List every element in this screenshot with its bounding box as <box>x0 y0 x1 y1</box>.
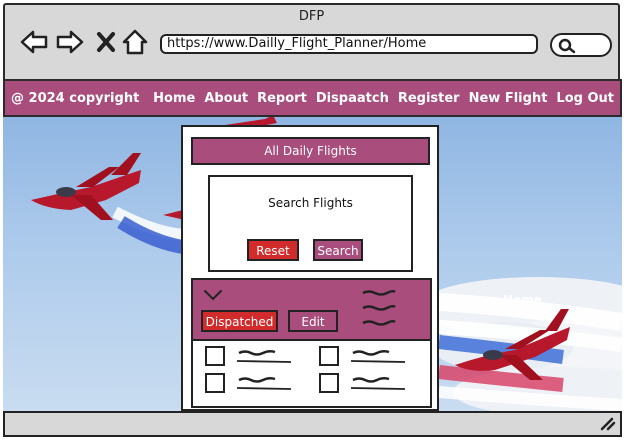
jet-left <box>31 153 141 220</box>
nav-link-register[interactable]: Register <box>398 91 460 106</box>
scribbled-flight-info <box>236 349 292 363</box>
search-icon <box>558 38 576 54</box>
flight-card-header: Dispatched Edit <box>193 280 430 341</box>
nav-link-log-out[interactable]: Log Out <box>556 91 614 106</box>
flight-checkbox[interactable] <box>319 373 339 393</box>
copyright-text: @ 2024 copyright <box>11 91 140 106</box>
search-flights-title: Search Flights <box>268 196 353 210</box>
nav-link-home[interactable]: Home <box>153 91 195 106</box>
scribbled-flight-info <box>350 349 406 363</box>
dispatched-button[interactable]: Dispatched <box>201 310 278 332</box>
flights-panel: All Daily Flights Search Flights Reset S… <box>181 125 439 411</box>
nav-links: Home About Report Dispaatch Register New… <box>153 91 614 106</box>
browser-search-field[interactable] <box>550 33 612 57</box>
nav-link-about[interactable]: About <box>204 91 248 106</box>
flight-card: Dispatched Edit <box>191 278 432 408</box>
search-button[interactable]: Search <box>313 239 363 261</box>
flight-checkbox[interactable] <box>205 373 225 393</box>
close-icon[interactable] <box>95 29 117 55</box>
site-navbar: @ 2024 copyright Home About Report Dispa… <box>3 79 622 117</box>
nav-link-dispatch[interactable]: Dispaatch <box>316 91 389 106</box>
reset-button[interactable]: Reset <box>247 239 299 261</box>
resize-grip-icon[interactable] <box>600 417 616 431</box>
home-icon[interactable] <box>121 29 149 55</box>
status-bar <box>3 411 622 437</box>
scribbled-flight-info <box>350 376 406 390</box>
browser-window: DFP https://www.Dailly_Flight_Planner/Ho… <box>3 3 622 437</box>
scribbled-flight-info <box>236 376 292 390</box>
panel-heading: All Daily Flights <box>191 137 430 165</box>
nav-link-report[interactable]: Report <box>257 91 307 106</box>
window-title: DFP <box>298 9 325 24</box>
url-bar[interactable]: https://www.Dailly_Flight_Planner/Home <box>160 34 538 54</box>
scribbled-details <box>362 289 396 326</box>
back-arrow-icon[interactable] <box>19 29 49 55</box>
edit-button[interactable]: Edit <box>288 310 338 332</box>
search-flights-box: Search Flights Reset Search <box>208 175 413 272</box>
flight-checkbox[interactable] <box>319 346 339 366</box>
flight-checkbox[interactable] <box>205 346 225 366</box>
forward-arrow-icon[interactable] <box>55 29 85 55</box>
nav-link-new-flight[interactable]: New Flight <box>469 91 548 106</box>
hero-label: Home <box>503 293 542 307</box>
chevron-down-icon[interactable] <box>203 288 223 302</box>
